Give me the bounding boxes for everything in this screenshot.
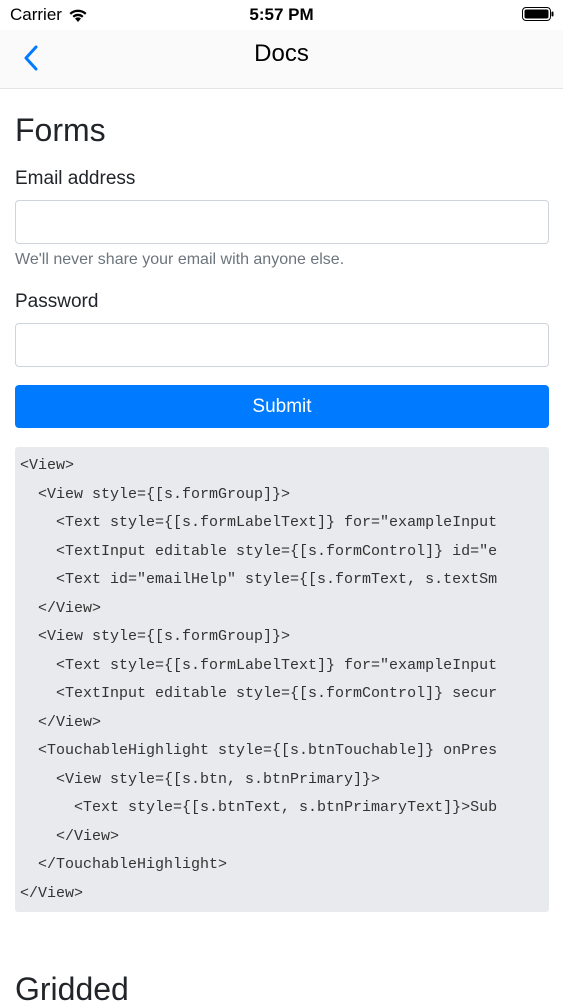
code-line: </View> [20,599,102,617]
page-title: Docs [254,40,309,67]
code-line: <TextInput editable style={[s.formContro… [20,685,498,702]
code-example: <View> <View style={[s.formGroup]}> <Tex… [15,447,549,912]
code-line: <Text id="emailHelp" style={[s.formText,… [20,571,498,588]
code-lines: <View> <View style={[s.formGroup]}> <Tex… [20,452,497,908]
code-line: <View style={[s.formGroup]}> [20,628,291,645]
submit-button[interactable]: Submit [15,385,549,428]
code-line: <Text style={[s.btnText, s.btnPrimaryTex… [20,799,498,816]
code-line: </View> [20,884,84,902]
code-line: </TouchableHighlight> [20,856,228,873]
section-title-gridded: Gridded [15,971,129,1007]
email-field[interactable] [15,200,549,244]
email-help-text: We'll never share your email with anyone… [15,251,345,268]
code-line: <Text style={[s.formLabelText]} for="exa… [20,514,498,531]
battery-icon [522,7,554,21]
code-line: </View> [20,827,120,845]
password-label: Password [15,291,99,312]
section-title-forms: Forms [15,112,106,148]
code-line: <View style={[s.formGroup]}> [20,485,291,503]
email-label: Email address [15,168,136,189]
code-line: <View> [20,457,75,474]
code-line: <View style={[s.btn, s.btnPrimary]}> [20,770,381,788]
status-bar: Carrier 5:57 PM [0,0,563,30]
code-line: </View> [20,713,102,731]
docs-content[interactable]: Forms Email address We'll never share yo… [15,89,549,1008]
password-field[interactable] [15,323,549,367]
code-line: <TouchableHighlight style={[s.btnTouchab… [20,742,498,759]
code-line: <TextInput editable style={[s.formContro… [20,542,498,560]
code-line: <Text style={[s.formLabelText]} for="exa… [20,656,498,674]
navigation-bar: Docs [0,30,563,89]
status-time: 5:57 PM [249,5,314,24]
